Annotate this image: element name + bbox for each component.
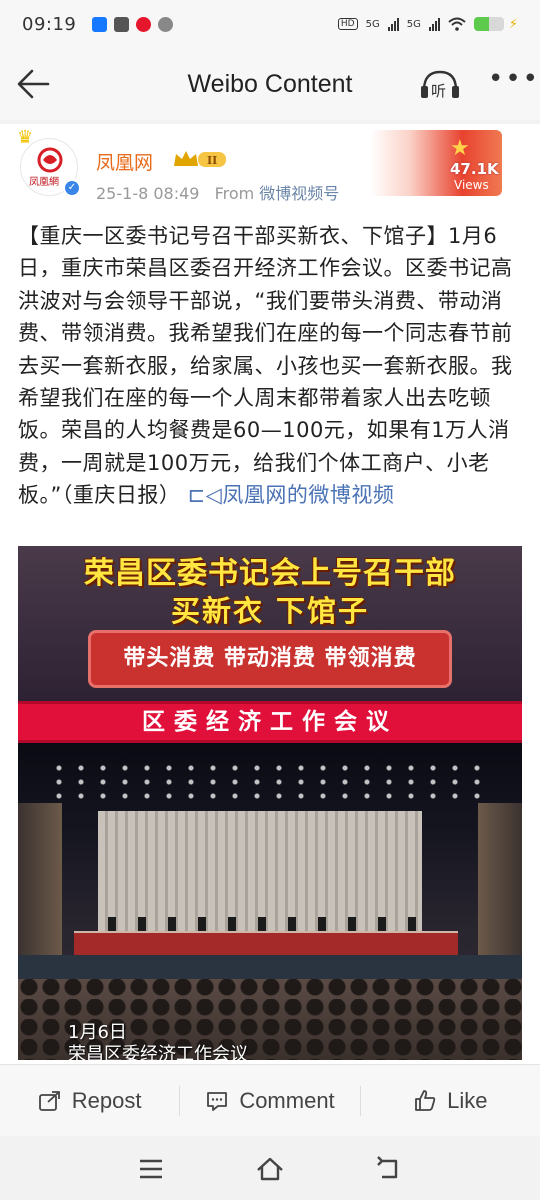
- system-nav-bar: [0, 1138, 540, 1200]
- views-count: 47.1K: [450, 160, 499, 178]
- video-link-icon: ⊏◁: [187, 483, 223, 508]
- signal-icon-2: [428, 17, 440, 31]
- verified-icon: ✓: [63, 179, 81, 197]
- listen-button[interactable]: 听: [418, 66, 462, 102]
- notification-icons: [92, 16, 174, 32]
- meeting-hall-image: [18, 743, 522, 1060]
- video-title-area: 荣昌区委书记会上号召干部 买新衣 下馆子 带头消费 带动消费 带领消费: [18, 546, 522, 701]
- wechat-icon: [158, 16, 174, 32]
- username[interactable]: 凤凰网: [96, 148, 153, 175]
- comment-label: Comment: [239, 1087, 335, 1113]
- podium-table: [74, 931, 458, 955]
- video-link-text: 凤凰网的微博视频: [222, 483, 395, 508]
- post-date: 25-1-8 08:49: [96, 184, 200, 203]
- thumbs-up-icon: [415, 1089, 436, 1111]
- post-text: 【重庆一区委书记号召干部买新衣、下馆子】1月6日，重庆市荣昌区委召开经济工作会议…: [18, 220, 524, 512]
- level-badge: II: [174, 151, 226, 167]
- alipay-icon: [92, 16, 108, 32]
- back-arrow-icon[interactable]: [14, 64, 54, 104]
- action-bar: Repost Comment Like: [0, 1064, 540, 1136]
- back-nav-icon[interactable]: [374, 1154, 404, 1184]
- net1-label: 5G: [365, 18, 380, 30]
- video-banner: 区委经济工作会议: [18, 701, 522, 743]
- video-caption-event: 荣昌区委经济工作会议: [68, 1044, 248, 1060]
- post-source[interactable]: 微博视频号: [259, 184, 339, 203]
- listen-label: 听: [431, 82, 447, 100]
- video-title-line2: 买新衣 下馆子: [170, 594, 370, 628]
- post-card: ♛ 凤凰網 ✓ 凤凰网 II 25-1-8 08:49 From 微博视频号 ★…: [0, 124, 540, 1064]
- views-label: Views: [454, 178, 489, 192]
- ceiling-lights: [48, 761, 488, 801]
- status-right: HD 5G 5G ⚡: [337, 16, 518, 32]
- more-options-icon[interactable]: •••: [488, 66, 538, 98]
- charging-icon: ⚡: [508, 16, 518, 32]
- video-title-line1: 荣昌区委书记会上号召干部: [84, 556, 456, 591]
- comment-icon: [207, 1091, 228, 1111]
- wifi-icon: [448, 17, 466, 31]
- like-label: Like: [447, 1087, 488, 1113]
- net2-label: 5G: [406, 18, 421, 30]
- video-slogan: 带头消费 带动消费 带领消费: [88, 630, 452, 688]
- avatar-text: 凤凰網: [29, 177, 59, 188]
- repost-icon: [38, 1090, 60, 1111]
- battery-fill: [473, 17, 489, 31]
- hd-label: HD: [337, 18, 358, 30]
- repost-label: Repost: [71, 1087, 142, 1113]
- video-player[interactable]: 荣昌区委书记会上号召干部 买新衣 下馆子 带头消费 带动消费 带领消费 区委经济…: [18, 546, 522, 1060]
- signal-icon: [387, 17, 399, 31]
- video-link[interactable]: ⊏◁凤凰网的微博视频: [188, 483, 395, 507]
- level-text: II: [207, 154, 217, 167]
- from-label: From: [214, 184, 255, 203]
- like-button[interactable]: Like: [361, 1065, 540, 1136]
- battery-icon: [473, 17, 504, 31]
- status-bar: 09:19 HD 5G 5G ⚡: [0, 0, 540, 48]
- menu-icon[interactable]: [136, 1154, 166, 1184]
- comment-button[interactable]: Comment: [180, 1065, 359, 1136]
- post-meta: 25-1-8 08:49 From 微博视频号: [96, 180, 339, 204]
- repost-button[interactable]: Repost: [0, 1065, 179, 1136]
- status-time: 09:19: [22, 13, 77, 35]
- message-icon: [114, 16, 130, 32]
- post-body: 【重庆一区委书记号召干部买新衣、下馆子】1月6日，重庆市荣昌区委召开经济工作会议…: [18, 224, 513, 508]
- home-icon[interactable]: [255, 1154, 285, 1184]
- views-badge: ★ 47.1K Views: [370, 130, 502, 196]
- star-icon: ★: [450, 136, 470, 161]
- weibo-icon: [136, 16, 152, 32]
- phoenix-logo-icon: [37, 147, 63, 173]
- top-app-bar: Weibo Content 听 •••: [0, 48, 540, 120]
- crown-icon: ♛: [17, 127, 34, 148]
- avatar[interactable]: ♛ 凤凰網 ✓: [17, 127, 81, 197]
